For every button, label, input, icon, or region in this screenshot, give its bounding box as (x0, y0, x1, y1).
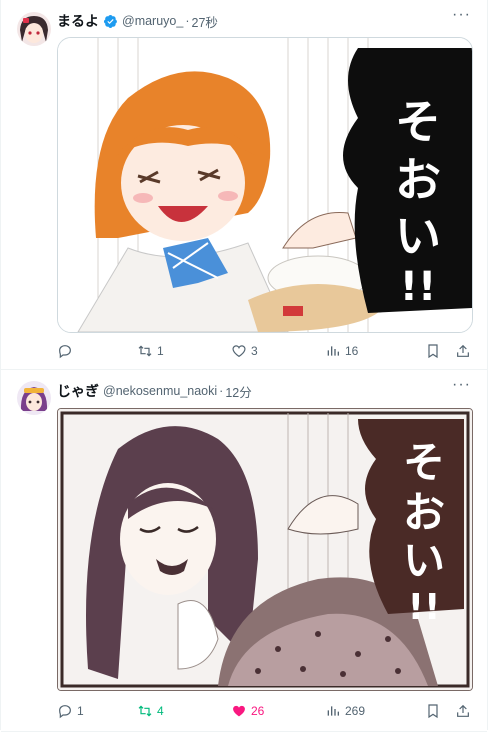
svg-text:お: お (395, 153, 441, 207)
view-count: 269 (345, 704, 366, 718)
svg-text:い: い (403, 536, 445, 585)
separator: · (185, 14, 190, 28)
display-name[interactable]: じゃぎ (57, 381, 99, 401)
retweet-count: 4 (157, 704, 164, 718)
share-icon (457, 344, 469, 357)
svg-text:そ: そ (395, 95, 441, 149)
tweet[interactable]: じゃぎ @nekosenmu_naoki · 12分 ··· そ お い !! … (1, 370, 487, 732)
tweet-header: まるよ @maruyo_ · 27秒 (57, 11, 218, 31)
views-button[interactable]: 269 (325, 703, 425, 719)
display-name[interactable]: まるよ (57, 11, 99, 31)
tweet[interactable]: まるよ @maruyo_ · 27秒 ··· そ お い !! 1 3 16 (1, 0, 487, 370)
svg-text:そ: そ (403, 438, 445, 487)
avatar[interactable] (17, 12, 51, 46)
bookmark-button[interactable] (425, 343, 441, 359)
views-icon (327, 346, 339, 356)
separator: · (219, 384, 224, 398)
tweet-image[interactable]: そ お い !! (57, 408, 473, 691)
svg-text:お: お (403, 488, 445, 537)
more-icon[interactable]: ··· (452, 6, 471, 24)
tweet-actions: 1 3 16 (57, 343, 471, 359)
view-count: 16 (345, 344, 359, 358)
bookmark-icon (428, 704, 438, 719)
share-icon (457, 704, 469, 717)
retweet-button[interactable]: 4 (137, 703, 231, 719)
share-button[interactable] (455, 703, 471, 719)
svg-text:!!: !! (400, 264, 436, 310)
timestamp[interactable]: 12分 (225, 382, 251, 401)
reply-icon (59, 705, 71, 719)
more-icon[interactable]: ··· (452, 376, 471, 394)
verified-badge-icon (103, 14, 117, 28)
tweet-image[interactable]: そ お い !! (57, 37, 473, 333)
retweet-count: 1 (157, 344, 164, 358)
handle[interactable]: @maruyo_ (122, 14, 183, 28)
like-button[interactable]: 26 (231, 703, 325, 719)
heart-icon (233, 705, 245, 717)
svg-text:い: い (395, 209, 441, 263)
share-button[interactable] (455, 343, 471, 359)
svg-text:!!: !! (408, 587, 441, 628)
views-button[interactable]: 16 (325, 343, 425, 359)
manga-illustration: そ お い !! (58, 409, 472, 690)
retweet-button[interactable]: 1 (137, 343, 231, 359)
views-icon (327, 706, 339, 716)
avatar[interactable] (17, 381, 51, 415)
handle[interactable]: @nekosenmu_naoki (103, 384, 217, 398)
timestamp[interactable]: 27秒 (192, 12, 218, 31)
reply-icon (59, 345, 71, 359)
bookmark-icon (428, 344, 438, 359)
like-count: 26 (251, 704, 265, 718)
tweet-actions: 1 4 26 269 (57, 703, 471, 719)
heart-icon (232, 345, 246, 358)
like-count: 3 (251, 344, 258, 358)
manga-illustration: そ お い !! (58, 38, 472, 332)
reply-button[interactable]: 1 (57, 703, 137, 719)
tweet-header: じゃぎ @nekosenmu_naoki · 12分 (57, 381, 252, 401)
retweet-icon (138, 345, 152, 357)
like-button[interactable]: 3 (231, 343, 325, 359)
reply-count: 1 (77, 704, 84, 718)
bookmark-button[interactable] (425, 703, 441, 719)
reply-button[interactable] (57, 343, 137, 359)
retweet-icon (138, 705, 152, 717)
